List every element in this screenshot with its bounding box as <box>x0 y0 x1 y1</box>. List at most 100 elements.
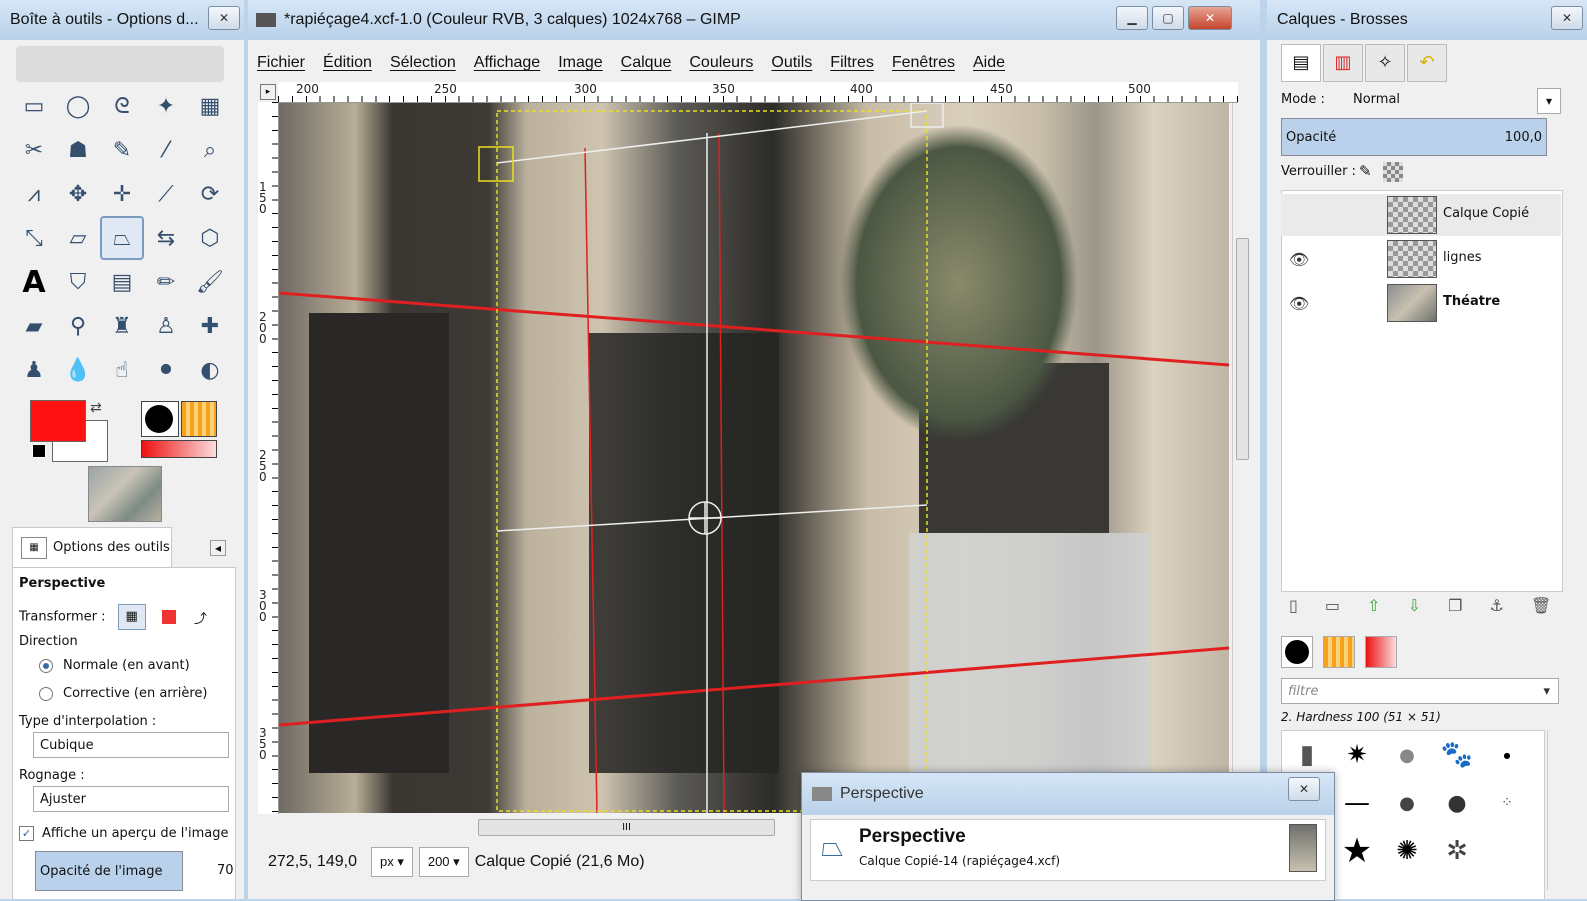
rotate-icon[interactable]: ⟳ <box>188 172 232 216</box>
close-button[interactable]: ✕ <box>1188 6 1232 30</box>
horizontal-ruler[interactable]: 200 250 300 350 400 450 500 <box>278 82 1238 103</box>
menu-image[interactable]: Image <box>549 48 611 78</box>
mode-select[interactable]: Normal <box>1353 92 1400 107</box>
tab-tool-options[interactable]: ▦ Options des outils <box>12 527 172 568</box>
panel-menu-icon[interactable]: ◂ <box>210 540 226 556</box>
swap-colors-icon[interactable]: ⇄ <box>90 400 102 416</box>
active-image-thumbnail[interactable] <box>88 466 162 522</box>
menu-couleurs[interactable]: Couleurs <box>680 48 762 78</box>
brush-item[interactable]: ● <box>1382 731 1432 779</box>
minimize-button[interactable]: ▁ <box>1116 6 1148 30</box>
shear-icon[interactable]: ▱ <box>56 216 100 260</box>
unit-select[interactable]: px ▾ <box>370 846 413 877</box>
tab-channels[interactable]: ▥ <box>1323 44 1363 82</box>
new-layer-icon[interactable]: ▯ <box>1289 596 1298 615</box>
direction-forward-radio[interactable]: Normale (en avant) <box>39 658 190 673</box>
cage-transform-icon[interactable]: ⬡ <box>188 216 232 260</box>
anchor-layer-icon[interactable]: ⚓ <box>1490 596 1504 615</box>
tab-patterns[interactable] <box>1323 636 1356 668</box>
menu-fichier[interactable]: Fichier <box>248 48 314 78</box>
paintbrush-icon[interactable]: 🖌 <box>188 260 232 304</box>
fuzzy-select-icon[interactable]: ✦ <box>144 84 188 128</box>
paths-icon[interactable]: ✎ <box>100 128 144 172</box>
clipping-select[interactable]: Ajuster <box>33 786 229 812</box>
heal-icon[interactable]: ✚ <box>188 304 232 348</box>
lower-layer-icon[interactable]: ⇩ <box>1408 596 1421 615</box>
vertical-scroll-thumb[interactable] <box>1236 238 1249 460</box>
foreground-color-swatch[interactable] <box>30 400 86 442</box>
clone-icon[interactable]: ♙ <box>144 304 188 348</box>
radio-selected[interactable] <box>39 658 53 673</box>
zoom-select[interactable]: 200 ▾ <box>418 846 469 877</box>
brush-item[interactable]: ● <box>1382 779 1432 827</box>
radio-unselected[interactable] <box>39 686 53 701</box>
menu-affichage[interactable]: Affichage <box>465 48 549 78</box>
menu-calque[interactable]: Calque <box>612 48 681 78</box>
opacity-slider[interactable]: Opacité de l'image <box>35 851 183 891</box>
scale-icon[interactable]: ⤡ <box>12 216 56 260</box>
pencil-icon[interactable]: ✏ <box>144 260 188 304</box>
lock-alpha-icon[interactable] <box>1383 162 1403 182</box>
brush-item[interactable]: ✺ <box>1382 827 1432 875</box>
direction-corrective-radio[interactable]: Corrective (en arrière) <box>39 686 208 701</box>
menu-aide[interactable]: Aide <box>964 48 1014 78</box>
active-pattern-preview[interactable] <box>181 401 217 437</box>
move-icon[interactable]: ✥ <box>56 172 100 216</box>
image-canvas[interactable] <box>279 103 1229 813</box>
text-icon[interactable]: A <box>12 260 56 304</box>
raise-layer-icon[interactable]: ⇧ <box>1367 596 1380 615</box>
free-select-icon[interactable]: ᘓ <box>100 84 144 128</box>
measure-icon[interactable]: ⩘ <box>12 172 56 216</box>
dialog-close-button[interactable]: ✕ <box>1288 777 1320 801</box>
blend-icon[interactable]: ▤ <box>100 260 144 304</box>
brush-item[interactable]: ✲ <box>1432 827 1482 875</box>
corner-handle-top-left[interactable] <box>478 146 514 182</box>
tab-layers[interactable]: ▤ <box>1281 44 1321 82</box>
perspective-titlebar[interactable]: Perspective <box>802 773 1334 815</box>
crop-icon[interactable]: ⟋ <box>144 172 188 216</box>
color-tool-icon[interactable]: ◐ <box>188 348 232 392</box>
toolbox-close-button[interactable]: ✕ <box>208 6 240 30</box>
brush-scrollbar[interactable] <box>1547 730 1564 890</box>
dock-close-button[interactable]: ✕ <box>1551 6 1583 30</box>
airbrush-icon[interactable]: ⚲ <box>56 304 100 348</box>
preview-checkbox[interactable]: ✓ Affiche un aperçu de l'image <box>19 826 228 841</box>
smudge-icon[interactable]: ☝ <box>100 348 144 392</box>
active-brush-preview[interactable] <box>141 401 179 437</box>
color-picker-icon[interactable]: ⁄ <box>144 128 188 172</box>
dock-titlebar[interactable]: Calques - Brosses <box>1267 0 1587 40</box>
image-titlebar[interactable]: *rapiéçage4.xcf-1.0 (Couleur RVB, 3 calq… <box>248 0 1260 40</box>
foreground-select-icon[interactable]: ☗ <box>56 128 100 172</box>
transform-layer-icon[interactable]: ▦ <box>117 604 146 630</box>
menu-filtres[interactable]: Filtres <box>821 48 883 78</box>
eye-icon[interactable]: 👁 <box>1289 250 1309 269</box>
dodge-burn-icon[interactable]: ⚫ <box>144 348 188 392</box>
filter-dropdown-arrow[interactable]: ▾ <box>1543 679 1550 705</box>
brush-item[interactable]: ⁘ <box>1482 779 1532 827</box>
bucket-fill-icon[interactable]: ⛉ <box>56 260 100 304</box>
tab-undo[interactable]: ↶ <box>1407 44 1447 82</box>
ink-icon[interactable]: ♜ <box>100 304 144 348</box>
brush-item[interactable] <box>1482 827 1532 875</box>
maximize-button[interactable]: ▢ <box>1152 6 1184 30</box>
menu-edition[interactable]: Édition <box>314 48 381 78</box>
new-layer-group-icon[interactable]: ▭ <box>1325 596 1340 615</box>
lock-pixels-icon[interactable]: ✎ <box>1359 162 1372 180</box>
horizontal-scroll-thumb[interactable]: III <box>478 819 775 836</box>
layer-opacity-slider[interactable]: Opacité 100,0 <box>1281 118 1547 156</box>
align-icon[interactable]: ✛ <box>100 172 144 216</box>
perspective-clone-icon[interactable]: ♟ <box>12 348 56 392</box>
transform-selection-icon[interactable] <box>161 610 176 624</box>
brush-item[interactable]: ★ <box>1332 827 1382 875</box>
menu-selection[interactable]: Sélection <box>381 48 465 78</box>
brush-item[interactable]: ● <box>1432 779 1482 827</box>
rect-select-icon[interactable]: ▭ <box>12 84 56 128</box>
brush-item[interactable]: ✷ <box>1332 731 1382 779</box>
tab-gradients[interactable] <box>1365 636 1398 668</box>
perspective-icon[interactable]: ⏢ <box>100 216 144 260</box>
layer-row[interactable]: Calque Copié <box>1281 194 1561 236</box>
color-select-icon[interactable]: ▦ <box>188 84 232 128</box>
scissors-icon[interactable]: ✂ <box>12 128 56 172</box>
eye-icon[interactable]: 👁 <box>1289 294 1309 313</box>
vertical-ruler[interactable]: 150 200 250 300 350 <box>258 102 279 814</box>
